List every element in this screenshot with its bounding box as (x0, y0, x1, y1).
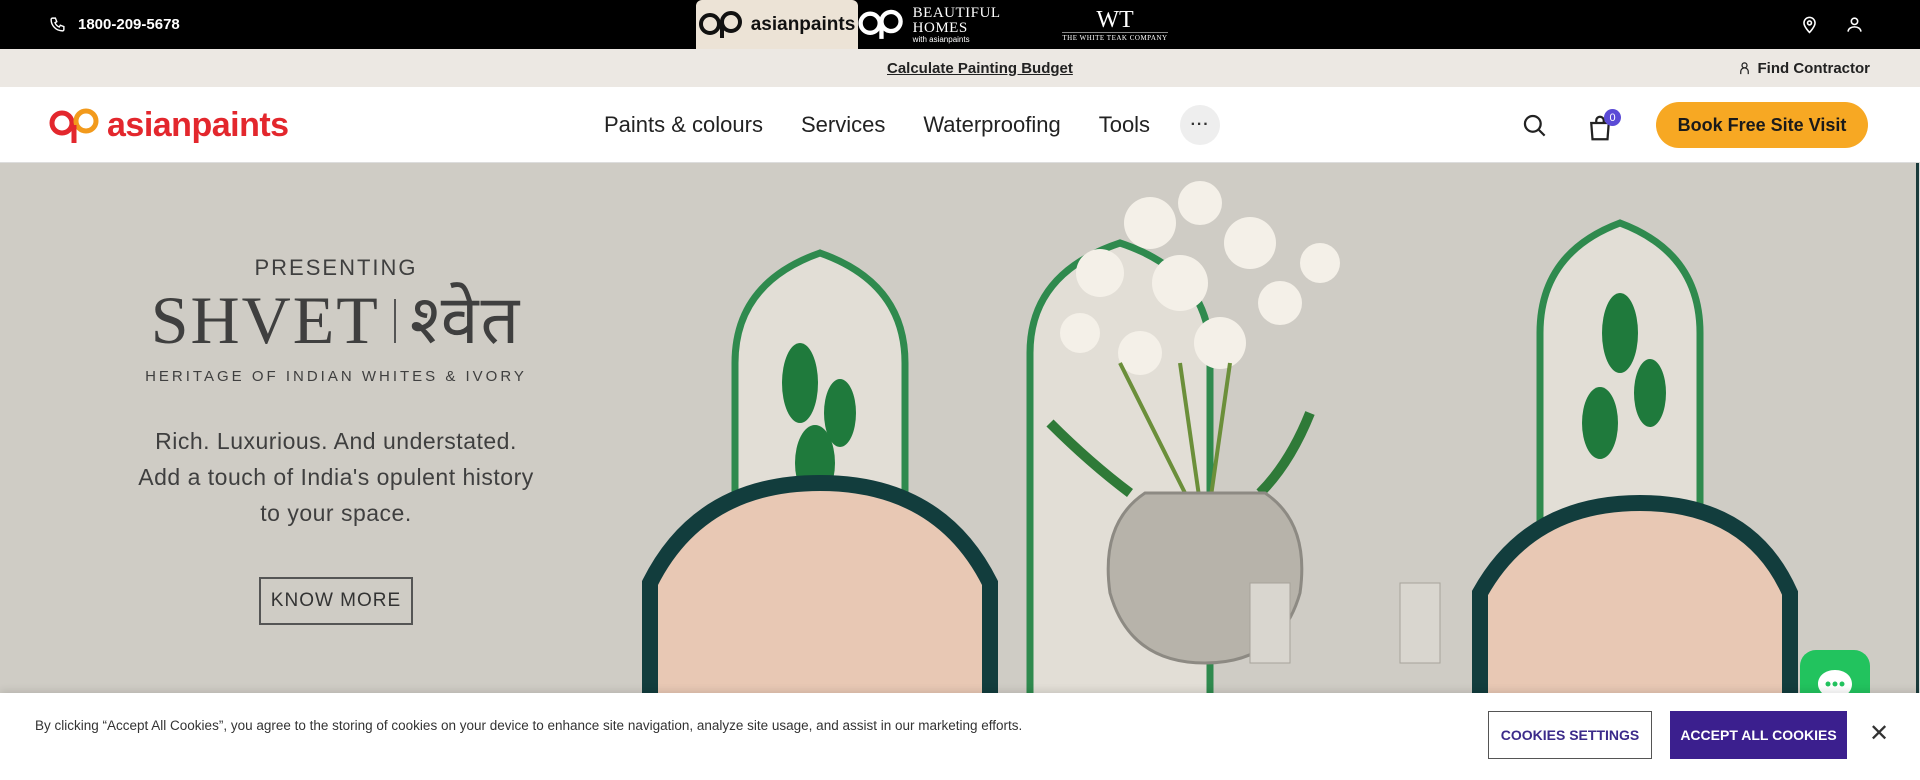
tagline-line: Rich. Luxurious. And understated. (155, 428, 517, 455)
brand-mark: WT (1096, 6, 1134, 33)
hero-title-devanagari: श्वेत (409, 282, 522, 358)
brand-tab-white-teak[interactable]: WT THE WHITE TEAK COMPANY (1040, 0, 1190, 49)
nav-waterproofing[interactable]: Waterproofing (923, 112, 1060, 138)
hero-subtitle: HERITAGE OF INDIAN WHITES & IVORY (145, 368, 527, 386)
brand-bar: 1800-209-5678 asianpaints BEAUTIFUL HOME… (0, 0, 1920, 49)
hero-content: PRESENTING SHVET श्वेत HERITAGE OF INDIA… (136, 255, 536, 626)
bh-logo-icon (858, 9, 903, 39)
find-contractor-label: Find Contractor (1757, 59, 1871, 77)
search-icon[interactable] (1521, 112, 1548, 139)
know-more-button[interactable]: KNOW MORE (258, 577, 414, 626)
title-divider (393, 298, 396, 343)
asianpaints-brand-logo: asianpaints (698, 10, 856, 40)
tagline-line: Add a touch of India's opulent history (138, 464, 534, 491)
nav-services[interactable]: Services (801, 112, 885, 138)
close-icon[interactable]: ✕ (1867, 720, 1891, 747)
phone-link[interactable]: 1800-209-5678 (49, 0, 180, 49)
accept-all-cookies-button[interactable]: ACCEPT ALL COOKIES (1670, 711, 1847, 759)
brand-switcher: asianpaints BEAUTIFUL HOMES with asianpa… (696, 0, 1190, 49)
hero-tagline: Rich. Luxurious. And understated. Add a … (136, 423, 536, 531)
utility-bar: Calculate Painting Budget Find Contracto… (0, 49, 1920, 87)
white-teak-logo: WT THE WHITE TEAK COMPANY (1062, 6, 1168, 42)
cookies-settings-button[interactable]: COOKIES SETTINGS (1488, 711, 1652, 759)
hero-eyebrow: PRESENTING (254, 255, 418, 280)
more-menu-button[interactable]: ··· (1180, 105, 1221, 145)
hero-banner: PRESENTING SHVET श्वेत HERITAGE OF INDIA… (0, 163, 1920, 693)
nav-tools[interactable]: Tools (1099, 112, 1150, 138)
find-contractor-link[interactable]: Find Contractor (1737, 49, 1871, 87)
beautiful-homes-logo: BEAUTIFUL HOMES with asianpaints (858, 5, 1040, 45)
cart-button[interactable]: 0 (1585, 109, 1621, 143)
cookie-banner: By clicking “Accept All Cookies”, you ag… (0, 693, 1920, 780)
calculate-painting-budget-link[interactable]: Calculate Painting Budget (887, 49, 1073, 87)
contractor-icon (1739, 61, 1749, 74)
phone-number: 1800-209-5678 (78, 16, 180, 33)
tagline-line: to your space. (260, 500, 412, 527)
brand-sub: with asianpaints (912, 34, 970, 44)
location-pin-icon[interactable] (1800, 15, 1819, 34)
user-icon[interactable] (1845, 15, 1864, 34)
cookie-consent-text: By clicking “Accept All Cookies”, you ag… (35, 718, 1023, 733)
logo-wordmark: asianpaints (107, 105, 289, 144)
main-header: asianpaints Paints & colours Services Wa… (0, 87, 1920, 163)
nav-paints-colours[interactable]: Paints & colours (604, 112, 763, 138)
brand-name: asianpaints (750, 13, 856, 35)
hero-title: SHVET श्वेत (136, 282, 536, 358)
asianpaints-logo[interactable]: asianpaints (49, 87, 289, 163)
phone-icon (50, 17, 65, 32)
brand-tab-asianpaints[interactable]: asianpaints (696, 0, 858, 49)
brand-name: BEAUTIFUL HOMES (912, 4, 1000, 36)
main-nav: Paints & colours Services Waterproofing … (604, 87, 1221, 163)
ap-logo-mark-icon (49, 108, 99, 143)
ap-logo-icon (698, 10, 742, 38)
book-free-site-visit-button[interactable]: Book Free Site Visit (1656, 102, 1868, 148)
brand-tab-beautiful-homes[interactable]: BEAUTIFUL HOMES with asianpaints (858, 0, 1040, 49)
brand-sub: THE WHITE TEAK COMPANY (1062, 31, 1168, 42)
cart-count-badge: 0 (1604, 109, 1621, 126)
hero-title-latin: SHVET (150, 282, 380, 358)
